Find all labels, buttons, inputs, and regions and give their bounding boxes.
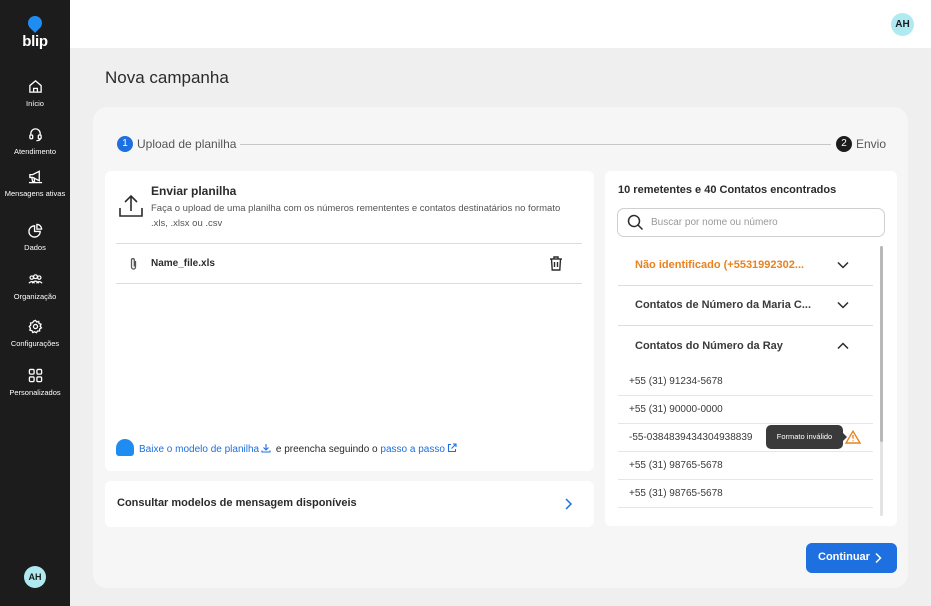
sidebar-item-organizacao[interactable]: Organização <box>0 272 70 303</box>
sidebar-item-label: Personalizados <box>9 388 61 397</box>
chevron-up-icon[interactable] <box>836 341 850 351</box>
phone-list-item: +55 (31) 98765-5678 <box>618 452 873 480</box>
contact-group-maria[interactable]: Contatos de Número da Maria C... <box>618 286 873 326</box>
trash-icon[interactable] <box>548 255 564 272</box>
page-title: Nova campanha <box>105 68 229 87</box>
phone-number: +55 (31) 91234-5678 <box>629 376 723 387</box>
sidebar-item-label: Organização <box>13 292 57 301</box>
users-icon <box>27 274 43 284</box>
model-download-row: Baixe o modelo de planilha e preencha se… <box>139 443 459 455</box>
search-input[interactable] <box>651 212 876 232</box>
user-avatar[interactable]: AH <box>24 566 46 588</box>
phone-number: -55-0384839434304938839 <box>629 432 753 443</box>
sidebar-item-label: Dados <box>24 243 46 252</box>
blip-logo[interactable]: blip <box>0 13 70 50</box>
model-middle-text: e preencha seguindo o <box>275 444 378 455</box>
sidebar-item-configuracoes[interactable]: Configurações <box>0 319 70 350</box>
gear-icon <box>27 319 42 334</box>
upload-icon[interactable] <box>118 193 144 219</box>
divider <box>116 283 582 284</box>
phone-number: +55 (31) 90000-0000 <box>629 404 723 415</box>
sidebar-item-label: Início <box>26 99 44 108</box>
headset-icon <box>28 128 42 142</box>
phone-number: +55 (31) 98765-5678 <box>629 460 723 471</box>
step-2-label: Envio <box>856 137 887 151</box>
contact-group-title: Contatos do Número da Ray <box>635 340 783 352</box>
contact-group-title: Não identificado (+5531992302... <box>635 259 805 271</box>
contacts-scrollbar-thumb[interactable] <box>880 246 883 442</box>
home-icon <box>28 80 42 93</box>
sidebar-item-atendimento[interactable]: Atendimento <box>0 127 70 158</box>
file-name: Name_file.xls <box>151 258 215 269</box>
phone-list-item: +55 (31) 90000-0000 <box>618 396 873 424</box>
download-icon[interactable] <box>261 443 271 453</box>
consult-templates-label: Consultar modelos de mensagem disponívei… <box>117 497 357 509</box>
phone-list-item: +55 (31) 91234-5678 <box>618 368 873 396</box>
download-model-link[interactable]: Baixe o modelo de planilha <box>139 444 259 455</box>
sidebar-item-dados[interactable]: Dados <box>0 223 70 254</box>
sidebar-item-mensagens-ativas[interactable]: Mensagens ativas <box>0 169 70 200</box>
logo-text: blip <box>22 33 48 50</box>
step-1-label: Upload de planilha <box>137 137 237 151</box>
contact-group-title: Contatos de Número da Maria C... <box>635 299 812 311</box>
sidebar-item-label: Atendimento <box>13 147 57 156</box>
continue-label: Continuar <box>818 551 870 563</box>
pie-chart-icon <box>27 223 42 238</box>
upload-description: Faça o upload de uma planilha com os núm… <box>151 203 561 229</box>
contact-group-ray[interactable]: Contatos do Número da Ray <box>618 327 873 367</box>
megaphone-icon <box>28 170 42 184</box>
top-bar: AH <box>70 0 931 48</box>
stepper-line <box>240 144 831 145</box>
sidebar-item-inicio[interactable]: Início <box>0 79 70 110</box>
continue-button[interactable]: Continuar <box>806 543 897 573</box>
sidebar: blip Início Atendimento Mensagens ativas… <box>0 0 70 606</box>
top-user-avatar[interactable]: AH <box>891 13 914 36</box>
contacts-summary: 10 remetentes e 40 Contatos encontrados <box>618 184 837 196</box>
chevron-right-icon[interactable] <box>563 497 573 511</box>
search-icon <box>627 214 644 231</box>
warning-icon[interactable] <box>845 430 861 444</box>
invalid-format-tooltip: Formato inválido <box>766 425 847 449</box>
chevron-down-icon[interactable] <box>836 260 850 270</box>
step-2-badge: 2 <box>836 136 852 152</box>
step-1-badge: 1 <box>117 136 133 152</box>
divider <box>116 243 582 244</box>
sidebar-item-label: Mensagens ativas <box>4 189 66 198</box>
chevron-down-icon[interactable] <box>836 300 850 310</box>
sidebar-item-personalizados[interactable]: Personalizados <box>0 368 70 399</box>
grid-icon <box>28 368 42 383</box>
phone-list-item: +55 (31) 98765-5678 <box>618 480 873 508</box>
step-by-step-link[interactable]: passo a passo <box>380 444 445 455</box>
external-link-icon[interactable] <box>447 443 457 453</box>
contact-group-unidentified[interactable]: Não identificado (+5531992302... <box>618 246 873 286</box>
phone-number: +55 (31) 98765-5678 <box>629 488 723 499</box>
paperclip-icon <box>130 258 137 270</box>
blip-mascot-icon <box>116 439 134 456</box>
chevron-right-icon <box>875 552 882 564</box>
blip-logo-icon <box>25 13 45 33</box>
upload-title: Enviar planilha <box>151 184 237 198</box>
sidebar-item-label: Configurações <box>10 339 60 348</box>
